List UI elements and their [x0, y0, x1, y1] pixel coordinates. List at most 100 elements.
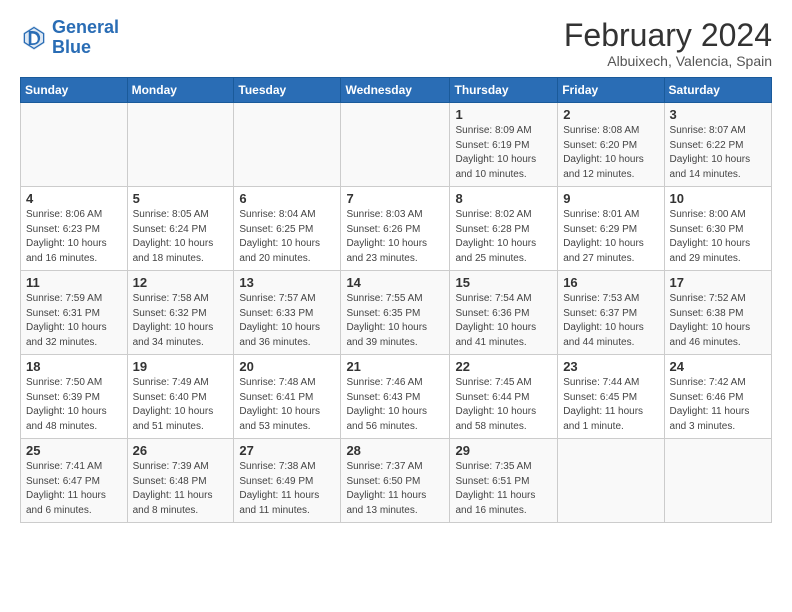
calendar-cell: 2 Sunrise: 8:08 AM Sunset: 6:20 PM Daylig…: [558, 103, 664, 187]
calendar-cell: 14 Sunrise: 7:55 AM Sunset: 6:35 PM Dayli…: [341, 271, 450, 355]
day-number: 5: [133, 191, 229, 206]
subtitle: Albuixech, Valencia, Spain: [564, 53, 772, 69]
day-info: Sunrise: 8:05 AM Sunset: 6:24 PM Dayligh…: [133, 208, 229, 266]
day-info: Sunrise: 8:07 AM Sunset: 6:22 PM Dayligh…: [670, 124, 766, 182]
day-number: 18: [26, 359, 122, 374]
day-info: Sunrise: 7:58 AM Sunset: 6:32 PM Dayligh…: [133, 292, 229, 350]
logo: General Blue: [20, 18, 119, 58]
calendar-cell: 22 Sunrise: 7:45 AM Sunset: 6:44 PM Dayli…: [450, 355, 558, 439]
page: General Blue February 2024 Albuixech, Va…: [0, 0, 792, 533]
day-info: Sunrise: 7:38 AM Sunset: 6:49 PM Dayligh…: [239, 460, 335, 518]
calendar-cell: 3 Sunrise: 8:07 AM Sunset: 6:22 PM Daylig…: [664, 103, 771, 187]
calendar-cell: 7 Sunrise: 8:03 AM Sunset: 6:26 PM Daylig…: [341, 187, 450, 271]
calendar-cell: 10 Sunrise: 8:00 AM Sunset: 6:30 PM Dayli…: [664, 187, 771, 271]
day-number: 8: [455, 191, 552, 206]
day-number: 7: [346, 191, 444, 206]
calendar-cell: [664, 439, 771, 523]
day-number: 4: [26, 191, 122, 206]
calendar-cell: 16 Sunrise: 7:53 AM Sunset: 6:37 PM Dayli…: [558, 271, 664, 355]
day-number: 12: [133, 275, 229, 290]
column-header-saturday: Saturday: [664, 78, 771, 103]
day-info: Sunrise: 7:42 AM Sunset: 6:46 PM Dayligh…: [670, 376, 766, 434]
day-number: 2: [563, 107, 658, 122]
day-number: 20: [239, 359, 335, 374]
day-number: 3: [670, 107, 766, 122]
calendar-cell: 19 Sunrise: 7:49 AM Sunset: 6:40 PM Dayli…: [127, 355, 234, 439]
calendar-table: SundayMondayTuesdayWednesdayThursdayFrid…: [20, 77, 772, 523]
day-number: 19: [133, 359, 229, 374]
day-number: 23: [563, 359, 658, 374]
day-number: 9: [563, 191, 658, 206]
calendar-cell: [558, 439, 664, 523]
logo-general: General: [52, 17, 119, 37]
day-info: Sunrise: 7:48 AM Sunset: 6:41 PM Dayligh…: [239, 376, 335, 434]
day-info: Sunrise: 7:53 AM Sunset: 6:37 PM Dayligh…: [563, 292, 658, 350]
calendar-cell: 23 Sunrise: 7:44 AM Sunset: 6:45 PM Dayli…: [558, 355, 664, 439]
calendar-cell: 12 Sunrise: 7:58 AM Sunset: 6:32 PM Dayli…: [127, 271, 234, 355]
calendar-cell: 1Sunrise: 8:09 AM Sunset: 6:19 PM Daylig…: [450, 103, 558, 187]
day-info: Sunrise: 8:08 AM Sunset: 6:20 PM Dayligh…: [563, 124, 658, 182]
column-header-wednesday: Wednesday: [341, 78, 450, 103]
main-title: February 2024: [564, 18, 772, 53]
calendar-cell: 8 Sunrise: 8:02 AM Sunset: 6:28 PM Daylig…: [450, 187, 558, 271]
day-info: Sunrise: 7:57 AM Sunset: 6:33 PM Dayligh…: [239, 292, 335, 350]
day-info: Sunrise: 7:44 AM Sunset: 6:45 PM Dayligh…: [563, 376, 658, 434]
day-number: 28: [346, 443, 444, 458]
day-number: 13: [239, 275, 335, 290]
day-info: Sunrise: 7:49 AM Sunset: 6:40 PM Dayligh…: [133, 376, 229, 434]
logo-blue: Blue: [52, 37, 91, 57]
day-number: 26: [133, 443, 229, 458]
week-row-2: 11 Sunrise: 7:59 AM Sunset: 6:31 PM Dayli…: [21, 271, 772, 355]
day-number: 21: [346, 359, 444, 374]
calendar-body: 1Sunrise: 8:09 AM Sunset: 6:19 PM Daylig…: [21, 103, 772, 523]
week-row-1: 4Sunrise: 8:06 AM Sunset: 6:23 PM Daylig…: [21, 187, 772, 271]
calendar-cell: 11 Sunrise: 7:59 AM Sunset: 6:31 PM Dayli…: [21, 271, 128, 355]
column-header-thursday: Thursday: [450, 78, 558, 103]
column-header-monday: Monday: [127, 78, 234, 103]
day-info: Sunrise: 7:39 AM Sunset: 6:48 PM Dayligh…: [133, 460, 229, 518]
day-number: 17: [670, 275, 766, 290]
logo-text: General Blue: [52, 18, 119, 58]
column-header-friday: Friday: [558, 78, 664, 103]
day-info: Sunrise: 7:35 AM Sunset: 6:51 PM Dayligh…: [455, 460, 552, 518]
calendar-cell: 25 Sunrise: 7:41 AM Sunset: 6:47 PM Dayli…: [21, 439, 128, 523]
logo-icon: [20, 24, 48, 52]
day-info: Sunrise: 8:04 AM Sunset: 6:25 PM Dayligh…: [239, 208, 335, 266]
calendar-cell: [21, 103, 128, 187]
day-number: 10: [670, 191, 766, 206]
day-info: Sunrise: 7:52 AM Sunset: 6:38 PM Dayligh…: [670, 292, 766, 350]
day-number: 14: [346, 275, 444, 290]
day-number: 25: [26, 443, 122, 458]
day-info: Sunrise: 7:59 AM Sunset: 6:31 PM Dayligh…: [26, 292, 122, 350]
calendar-cell: [127, 103, 234, 187]
day-number: 22: [455, 359, 552, 374]
day-number: 11: [26, 275, 122, 290]
day-number: 16: [563, 275, 658, 290]
day-info: Sunrise: 8:01 AM Sunset: 6:29 PM Dayligh…: [563, 208, 658, 266]
day-info: Sunrise: 8:03 AM Sunset: 6:26 PM Dayligh…: [346, 208, 444, 266]
calendar-cell: 18Sunrise: 7:50 AM Sunset: 6:39 PM Dayli…: [21, 355, 128, 439]
day-info: Sunrise: 8:02 AM Sunset: 6:28 PM Dayligh…: [455, 208, 552, 266]
week-row-4: 25 Sunrise: 7:41 AM Sunset: 6:47 PM Dayli…: [21, 439, 772, 523]
day-number: 29: [455, 443, 552, 458]
day-number: 24: [670, 359, 766, 374]
day-info: Sunrise: 8:00 AM Sunset: 6:30 PM Dayligh…: [670, 208, 766, 266]
calendar-cell: 13 Sunrise: 7:57 AM Sunset: 6:33 PM Dayli…: [234, 271, 341, 355]
calendar-cell: 15 Sunrise: 7:54 AM Sunset: 6:36 PM Dayli…: [450, 271, 558, 355]
calendar-header: SundayMondayTuesdayWednesdayThursdayFrid…: [21, 78, 772, 103]
calendar-cell: 26 Sunrise: 7:39 AM Sunset: 6:48 PM Dayli…: [127, 439, 234, 523]
week-row-3: 18Sunrise: 7:50 AM Sunset: 6:39 PM Dayli…: [21, 355, 772, 439]
day-number: 6: [239, 191, 335, 206]
day-info: Sunrise: 7:41 AM Sunset: 6:47 PM Dayligh…: [26, 460, 122, 518]
calendar-cell: 4Sunrise: 8:06 AM Sunset: 6:23 PM Daylig…: [21, 187, 128, 271]
day-info: Sunrise: 7:55 AM Sunset: 6:35 PM Dayligh…: [346, 292, 444, 350]
calendar-cell: [341, 103, 450, 187]
day-number: 1: [455, 107, 552, 122]
day-number: 27: [239, 443, 335, 458]
day-info: Sunrise: 7:46 AM Sunset: 6:43 PM Dayligh…: [346, 376, 444, 434]
day-info: Sunrise: 7:54 AM Sunset: 6:36 PM Dayligh…: [455, 292, 552, 350]
calendar-cell: 17 Sunrise: 7:52 AM Sunset: 6:38 PM Dayli…: [664, 271, 771, 355]
calendar-cell: 21 Sunrise: 7:46 AM Sunset: 6:43 PM Dayli…: [341, 355, 450, 439]
day-info: Sunrise: 7:45 AM Sunset: 6:44 PM Dayligh…: [455, 376, 552, 434]
day-number: 15: [455, 275, 552, 290]
